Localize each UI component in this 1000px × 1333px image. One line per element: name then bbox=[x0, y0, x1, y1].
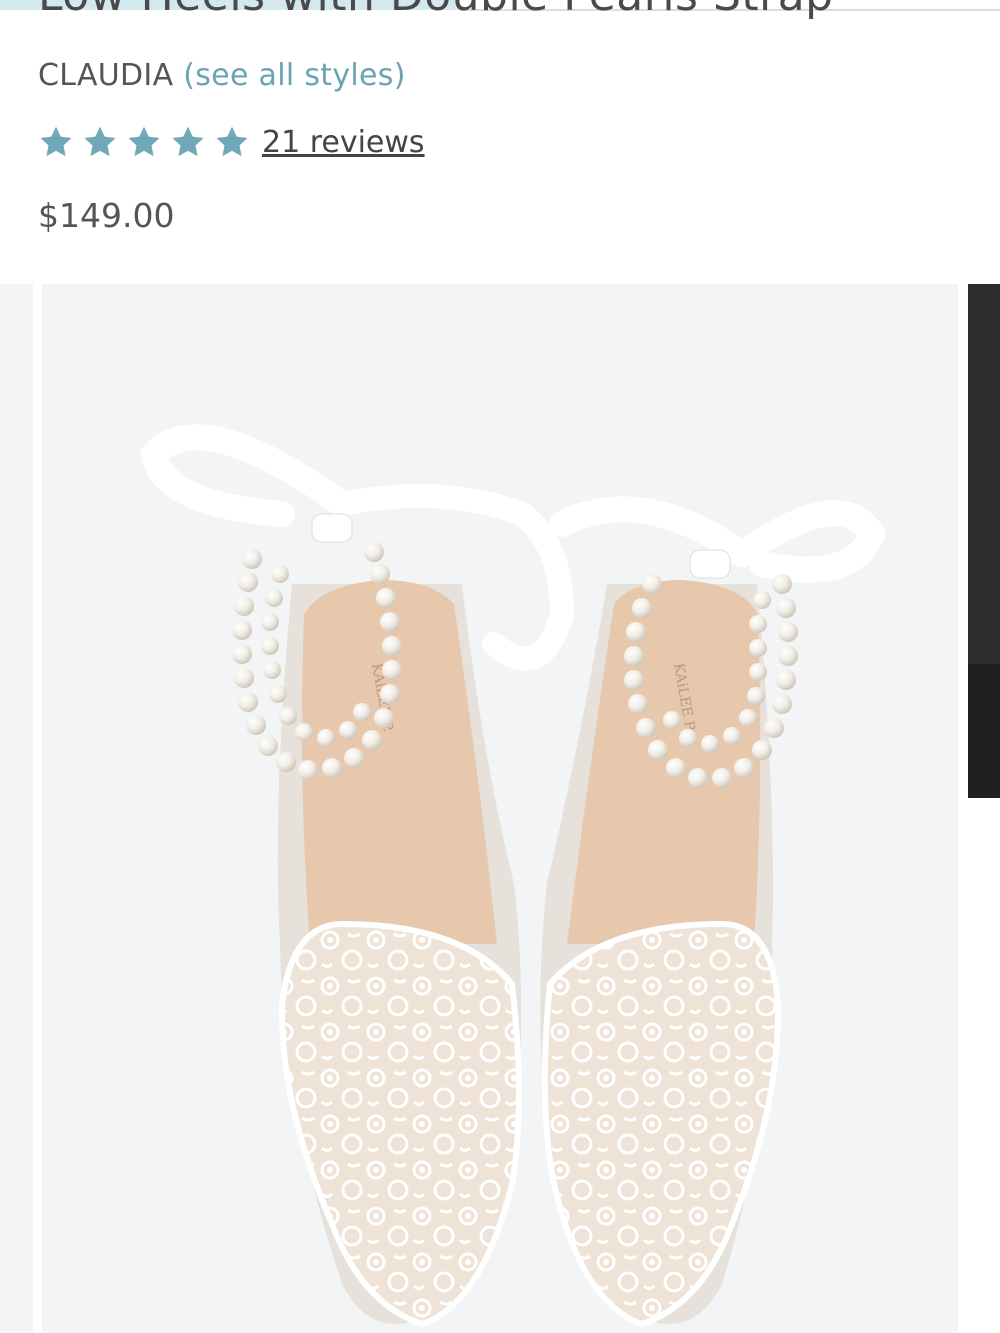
star-icon bbox=[38, 124, 74, 160]
right-heel-tab bbox=[689, 549, 731, 579]
star-icon bbox=[126, 124, 162, 160]
star-icon bbox=[170, 124, 206, 160]
product-title: Low Heels with Double Pearls Strap bbox=[38, 0, 834, 21]
rating-row: 21 reviews bbox=[38, 120, 425, 164]
see-all-styles-link[interactable]: (see all styles) bbox=[183, 58, 405, 93]
brand-name: CLAUDIA bbox=[38, 58, 174, 93]
next-image-shade bbox=[968, 664, 1000, 798]
product-price: $149.00 bbox=[38, 196, 175, 235]
previous-image-peek[interactable] bbox=[0, 284, 33, 1333]
reviews-link[interactable]: 21 reviews bbox=[262, 125, 425, 160]
image-carousel[interactable]: KAiLEE P. KAiLEE P. bbox=[0, 284, 1000, 1333]
shoe-illustration: KAiLEE P. KAiLEE P. bbox=[140, 424, 887, 1328]
left-heel-tab bbox=[311, 513, 353, 543]
title-area: Low Heels with Double Pearls Strap bbox=[0, 0, 1000, 22]
star-icon bbox=[214, 124, 250, 160]
next-image-peek[interactable] bbox=[968, 284, 1000, 798]
star-icon bbox=[82, 124, 118, 160]
star-rating[interactable] bbox=[38, 124, 250, 160]
right-shoe: KAiLEE P. bbox=[540, 580, 782, 1328]
product-page: Low Heels with Double Pearls Strap CLAUD… bbox=[0, 0, 1000, 1333]
brand-line: CLAUDIA (see all styles) bbox=[38, 58, 406, 93]
product-image[interactable]: KAiLEE P. KAiLEE P. bbox=[42, 284, 958, 1333]
